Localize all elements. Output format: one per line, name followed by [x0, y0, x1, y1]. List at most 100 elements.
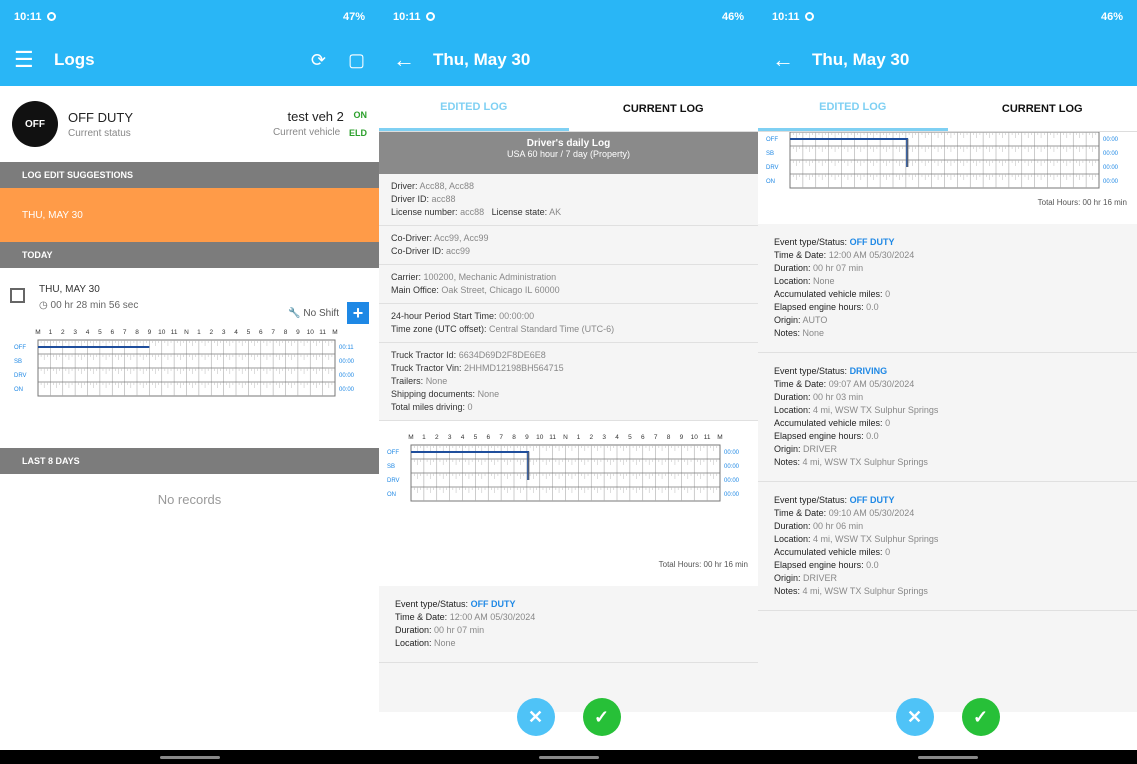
hour-label: 11	[171, 329, 178, 336]
no-records: No records	[157, 492, 222, 507]
hour-label: N	[563, 434, 568, 441]
event-item[interactable]: Event type/Status: OFF DUTY Time & Date:…	[379, 586, 758, 663]
event-item[interactable]: Event type/Status: OFF DUTY Time & Date: …	[758, 224, 1137, 353]
accept-button[interactable]: ✓	[961, 698, 1000, 736]
reject-button[interactable]: ✕	[516, 698, 555, 736]
home-handle[interactable]	[918, 756, 978, 759]
hour-label: 11	[704, 434, 711, 441]
hour-label: 1	[577, 434, 581, 441]
hour-label: 5	[628, 434, 632, 441]
driver-info: Driver: Acc88, Acc88 Driver ID: acc88 Li…	[379, 174, 758, 226]
hour-label: 10	[536, 434, 544, 441]
row-label: ON	[766, 179, 775, 185]
total-hours: Total Hours: 00 hr 16 min	[379, 554, 758, 586]
row-label: DRV	[766, 165, 779, 171]
home-handle[interactable]	[160, 756, 220, 759]
row-total: 00:00	[724, 492, 740, 498]
hour-label: M	[717, 434, 722, 441]
hos-grid-box: OFF 00:00 SB 00:00 DRV 00:00 ON 00:00	[758, 132, 1137, 192]
tab-edited-log[interactable]: EDITED LOG	[758, 86, 948, 131]
last-days-header: LAST 8 DAYS	[0, 448, 379, 474]
row-label: ON	[387, 492, 396, 498]
suggestion-item[interactable]: THU, MAY 30	[0, 188, 379, 242]
log-scroll[interactable]: Driver's daily Log USA 60 hour / 7 day (…	[379, 132, 758, 712]
accept-button[interactable]: ✓	[582, 698, 621, 736]
system-nav-bar	[0, 750, 379, 764]
row-total: 00:00	[724, 450, 740, 456]
row-label: ON	[14, 387, 23, 393]
row-label: SB	[766, 151, 774, 157]
row-label: OFF	[387, 450, 399, 456]
event-item[interactable]: Event type/Status: DRIVING Time & Date: 0…	[758, 353, 1137, 482]
system-nav-bar	[758, 750, 1137, 764]
wrench-icon: 🔧	[288, 307, 301, 319]
shift-label: No Shift	[303, 307, 339, 319]
row-label: OFF	[14, 345, 26, 351]
clock: 10:11	[393, 11, 421, 23]
hour-label: 9	[296, 329, 300, 336]
hour-label: 8	[512, 434, 516, 441]
tab-current-log[interactable]: CURRENT LOG	[948, 86, 1137, 131]
hour-label: 1	[422, 434, 426, 441]
menu-icon[interactable]: ☰	[14, 47, 54, 73]
back-arrow-icon[interactable]: ←	[393, 47, 433, 73]
row-total: 00:00	[1103, 151, 1119, 157]
hour-label: 2	[589, 434, 593, 441]
log-tabs: EDITED LOG CURRENT LOG	[758, 86, 1137, 132]
row-label: SB	[14, 359, 22, 365]
hour-label: 6	[641, 434, 645, 441]
log-events-screen: 10:11 46% ← Thu, May 30 EDITED LOG CURRE…	[758, 0, 1137, 764]
logs-screen: 10:11 47% ☰ Logs ⟳ ▢ OFF OFF DUTY Curren…	[0, 0, 379, 764]
hour-label: 9	[148, 329, 152, 336]
add-button[interactable]: +	[347, 302, 369, 324]
page-title: Thu, May 30	[433, 50, 531, 69]
system-nav-bar	[379, 750, 758, 764]
reject-button[interactable]: ✕	[895, 698, 934, 736]
battery-level: 46%	[1100, 11, 1123, 23]
row-total: 00:11	[339, 345, 354, 351]
row-total: 00:00	[339, 387, 355, 393]
hour-label: 10	[307, 329, 315, 336]
row-label: DRV	[14, 373, 27, 379]
home-handle[interactable]	[539, 756, 599, 759]
eld-label: ELD	[349, 128, 367, 138]
status-sub: Current status	[68, 127, 131, 139]
hour-label: 3	[73, 329, 77, 336]
row-total: 00:00	[1103, 137, 1119, 143]
total-hours: Total Hours: 00 hr 16 min	[758, 192, 1137, 224]
hour-label: M	[35, 329, 40, 336]
hour-label: 6	[486, 434, 490, 441]
suggestions-header: LOG EDIT SUGGESTIONS	[0, 162, 379, 188]
daily-log-header: Driver's daily Log USA 60 hour / 7 day (…	[379, 132, 758, 174]
tab-edited-log[interactable]: EDITED LOG	[379, 86, 569, 131]
select-checkbox[interactable]	[10, 288, 25, 303]
hour-label: 1	[197, 329, 201, 336]
vehicle-info[interactable]: test veh 2 ON Current vehicle ELD	[273, 109, 367, 139]
today-duration: 00 hr 28 min 56 sec	[50, 300, 139, 311]
eld-indicator: ON	[353, 110, 368, 120]
refresh-icon[interactable]: ⟳	[311, 50, 326, 71]
shift-indicator[interactable]: 🔧 No Shift +	[288, 302, 369, 324]
hour-label: N	[184, 329, 189, 336]
hour-label: 5	[474, 434, 478, 441]
hour-label: 2	[209, 329, 213, 336]
hos-grid: OFF 00:00 SB 00:00 DRV 00:00 ON 00:00	[766, 132, 1119, 189]
today-date: THU, MAY 30	[39, 284, 100, 295]
log-scroll[interactable]: OFF 00:00 SB 00:00 DRV 00:00 ON 00:00 Total Hou…	[758, 132, 1137, 712]
app-bar: ← Thu, May 30	[758, 34, 1137, 86]
calendar-icon[interactable]: ▢	[348, 50, 365, 71]
current-status-row[interactable]: OFF OFF DUTY Current status test veh 2 O…	[0, 86, 379, 162]
carrier-info: Carrier: 100200, Mechanic Administration…	[379, 265, 758, 304]
event-item[interactable]: Event type/Status: OFF DUTY Time & Date: …	[758, 482, 1137, 611]
tab-current-log[interactable]: CURRENT LOG	[569, 86, 759, 131]
clock-icon: ◷	[39, 300, 48, 311]
vehicle-name: test veh 2	[287, 109, 344, 124]
row-total: 00:00	[339, 359, 355, 365]
hour-label: 3	[222, 329, 226, 336]
back-arrow-icon[interactable]: ←	[772, 47, 812, 73]
today-log[interactable]: THU, MAY 30 ◷ 00 hr 28 min 56 sec 🔧 No S…	[0, 268, 379, 448]
hour-label: 9	[525, 434, 529, 441]
hour-label: 6	[259, 329, 263, 336]
page-title: Thu, May 30	[812, 50, 910, 69]
hour-label: 10	[691, 434, 699, 441]
